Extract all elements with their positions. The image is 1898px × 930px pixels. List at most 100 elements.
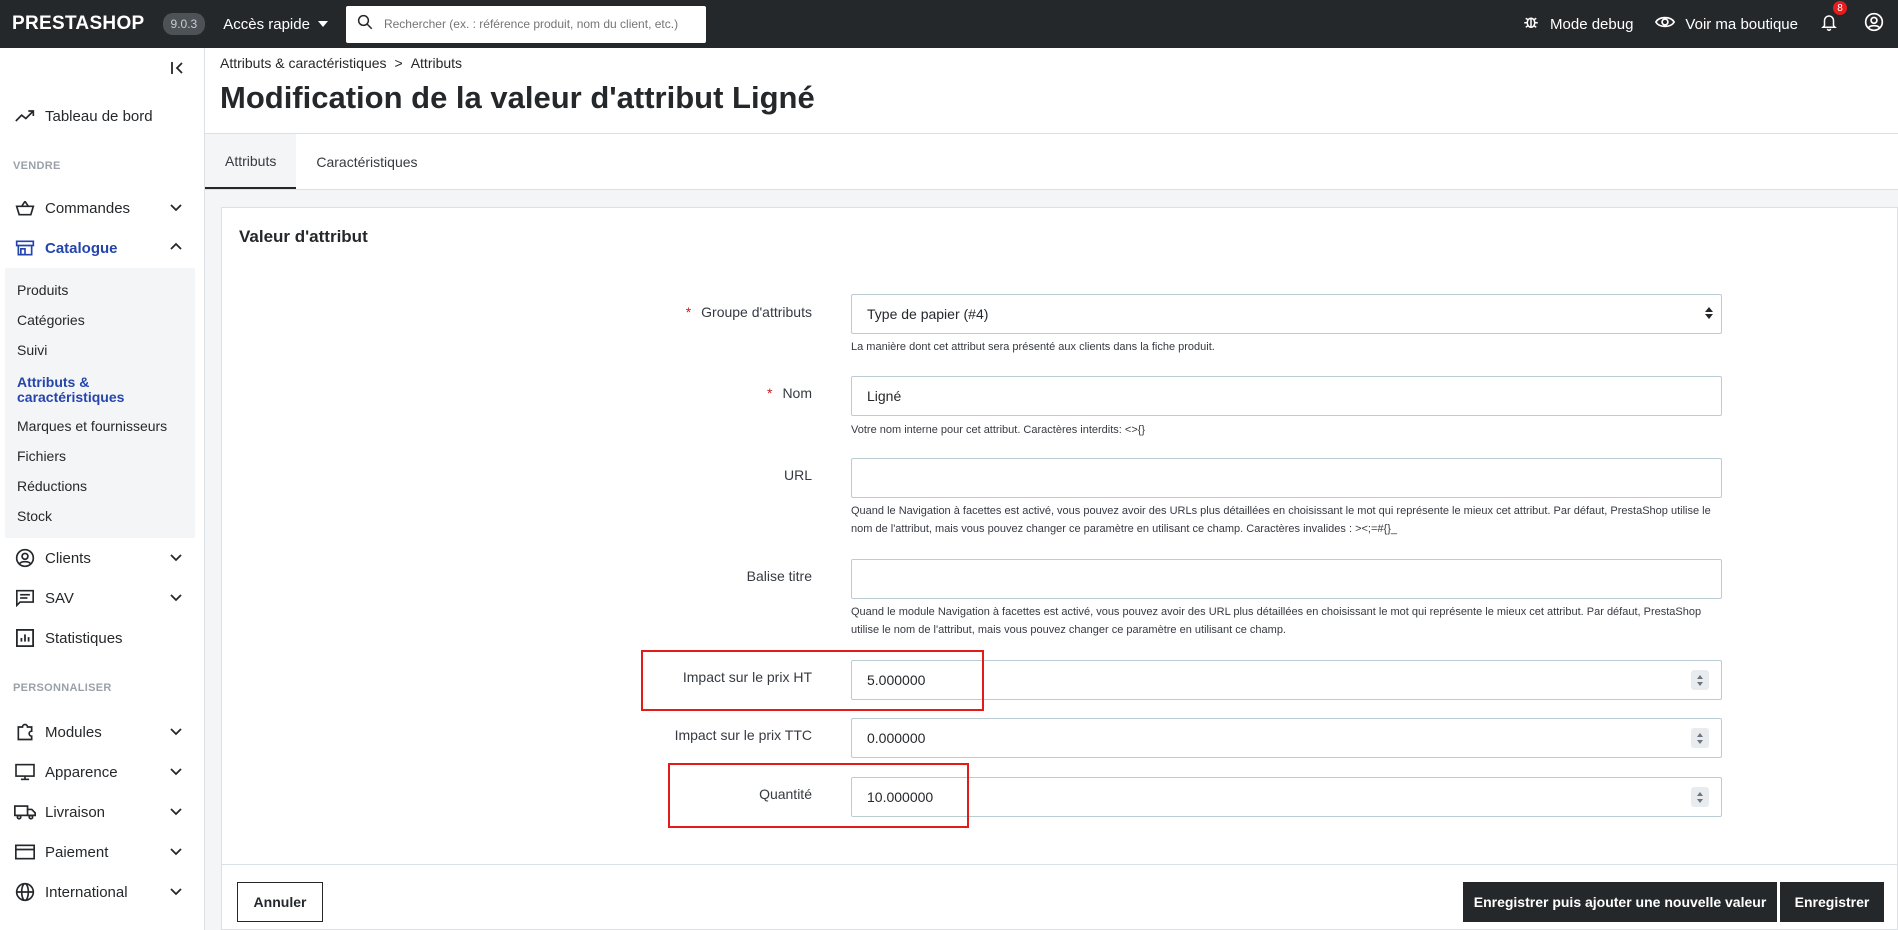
globe-icon <box>13 880 37 904</box>
quantity-label: Quantité <box>759 786 812 802</box>
credit-card-icon <box>13 840 37 864</box>
quick-access-dropdown[interactable]: Accès rapide <box>223 16 328 33</box>
user-circle-icon <box>13 546 37 570</box>
sidebar-item-international[interactable]: International <box>0 877 205 907</box>
cancel-button[interactable]: Annuler <box>237 882 323 922</box>
submenu-item-brands[interactable]: Marques et fournisseurs <box>17 418 167 434</box>
sidebar-item-label: Paiement <box>45 843 109 861</box>
url-help: Quand le Navigation à facettes est activ… <box>851 505 1711 535</box>
submenu-item-discounts[interactable]: Réductions <box>17 478 87 494</box>
sidebar-item-clients[interactable]: Clients <box>0 543 205 573</box>
tab-bar: Attributs Caractéristiques <box>205 134 438 190</box>
collapse-sidebar-icon[interactable] <box>170 60 186 81</box>
name-value: Ligné <box>867 388 902 404</box>
quick-access-label: Accès rapide <box>223 15 310 33</box>
sidebar-item-appearance[interactable]: Apparence <box>0 757 205 787</box>
sidebar-item-dashboard[interactable]: Tableau de bord <box>0 101 205 131</box>
search-input[interactable] <box>383 17 684 31</box>
tab-attributes[interactable]: Attributs <box>205 134 297 190</box>
required-marker: * <box>766 385 773 401</box>
chevron-down-icon <box>169 200 183 218</box>
group-label: * Groupe d'attributs <box>512 304 812 320</box>
notifications-button[interactable]: 8 <box>1820 0 1848 36</box>
sidebar-item-label: Tableau de bord <box>45 107 153 125</box>
sidebar-item-modules[interactable]: Modules <box>0 717 205 747</box>
top-header: PRESTASHOP 9.0.3 Accès rapide Mode debug… <box>0 0 1898 48</box>
search-bar[interactable] <box>345 5 706 43</box>
sidebar-item-label: Statistiques <box>45 629 123 647</box>
sidebar-item-shipping[interactable]: Livraison <box>0 797 205 827</box>
section-label-sell: VENDRE <box>13 160 61 172</box>
submenu-item-files[interactable]: Fichiers <box>17 448 66 464</box>
number-spinner-icon[interactable] <box>1691 670 1709 690</box>
breadcrumb-parent[interactable]: Attributs & caractéristiques <box>220 55 387 71</box>
header-actions: Mode debug Voir ma boutique 8 <box>1522 0 1898 48</box>
breadcrumb-current[interactable]: Attributs <box>411 55 462 71</box>
user-account-icon[interactable] <box>1864 12 1884 36</box>
submenu-item-attributes[interactable]: Attributs & caractéristiques <box>17 375 147 405</box>
price-ttc-value: 0.000000 <box>867 730 926 746</box>
quantity-input[interactable]: 10.000000 <box>851 777 1722 817</box>
price-ht-input[interactable]: 5.000000 <box>851 660 1722 700</box>
chevron-down-icon <box>169 764 183 782</box>
view-shop-link[interactable]: Voir ma boutique <box>1655 14 1798 34</box>
sidebar-item-label: Modules <box>45 723 102 741</box>
sidebar-item-label: International <box>45 883 128 901</box>
sidebar-item-label: Clients <box>45 549 91 567</box>
sidebar-item-label: Apparence <box>45 763 118 781</box>
save-button[interactable]: Enregistrer <box>1780 882 1884 922</box>
number-spinner-icon[interactable] <box>1691 787 1709 807</box>
sidebar-item-payment[interactable]: Paiement <box>0 837 205 867</box>
sidebar-item-sav[interactable]: SAV <box>0 583 205 613</box>
name-input[interactable]: Ligné <box>851 376 1722 416</box>
group-help: La manière dont cet attribut sera présen… <box>851 341 1215 353</box>
caret-down-icon <box>317 21 328 27</box>
submenu-item-categories[interactable]: Catégories <box>17 312 85 328</box>
price-ttc-input[interactable]: 0.000000 <box>851 718 1722 758</box>
sidebar-item-catalog[interactable]: Catalogue <box>0 233 205 263</box>
notification-count-badge: 8 <box>1832 0 1848 16</box>
attribute-group-select[interactable]: Type de papier (#4) <box>851 294 1722 334</box>
url-label: URL <box>783 467 812 483</box>
attribute-group-value: Type de papier (#4) <box>867 306 989 322</box>
eye-icon <box>1655 14 1676 34</box>
submenu-item-tracking[interactable]: Suivi <box>17 342 47 358</box>
chevron-up-icon <box>169 240 183 258</box>
meta-title-label: Balise titre <box>746 568 812 584</box>
footer-divider <box>221 864 1898 865</box>
meta-title-input[interactable] <box>851 559 1722 599</box>
tab-features[interactable]: Caractéristiques <box>296 134 437 190</box>
chevron-down-icon <box>169 724 183 742</box>
monitor-icon <box>13 760 37 784</box>
header-divider <box>205 133 1898 134</box>
url-input[interactable] <box>851 458 1722 498</box>
quantity-value: 10.000000 <box>867 789 934 805</box>
price-ttc-label: Impact sur le prix TTC <box>674 727 812 743</box>
required-marker: * <box>685 304 692 320</box>
truck-icon <box>13 800 37 824</box>
sidebar-item-orders[interactable]: Commandes <box>0 193 205 223</box>
price-ht-value: 5.000000 <box>867 672 926 688</box>
group-label-text: Groupe d'attributs <box>701 304 812 320</box>
meta-title-help: Quand le module Navigation à facettes es… <box>851 606 1702 636</box>
chevron-down-icon <box>169 804 183 822</box>
message-icon <box>13 586 37 610</box>
search-icon[interactable] <box>356 13 374 36</box>
chevron-down-icon <box>169 590 183 608</box>
debug-mode-link[interactable]: Mode debug <box>1522 13 1633 35</box>
version-badge: 9.0.3 <box>162 13 206 35</box>
sidebar-item-stats[interactable]: Statistiques <box>0 623 205 653</box>
breadcrumb-separator: > <box>394 55 403 71</box>
sidebar: Tableau de bord VENDRE Commandes Catalog… <box>0 48 205 930</box>
page-title: Modification de la valeur d'attribut Lig… <box>220 80 815 115</box>
puzzle-icon <box>13 720 37 744</box>
breadcrumb: Attributs & caractéristiques > Attributs <box>220 55 462 71</box>
save-and-add-new-button[interactable]: Enregistrer puis ajouter une nouvelle va… <box>1463 882 1777 922</box>
card-title: Valeur d'attribut <box>239 227 368 246</box>
price-ht-label: Impact sur le prix HT <box>682 669 812 685</box>
submenu-item-products[interactable]: Produits <box>17 282 68 298</box>
number-spinner-icon[interactable] <box>1691 728 1709 748</box>
basket-icon <box>13 196 37 220</box>
prestashop-logo[interactable]: PRESTASHOP <box>12 13 145 35</box>
submenu-item-stock[interactable]: Stock <box>17 508 52 524</box>
